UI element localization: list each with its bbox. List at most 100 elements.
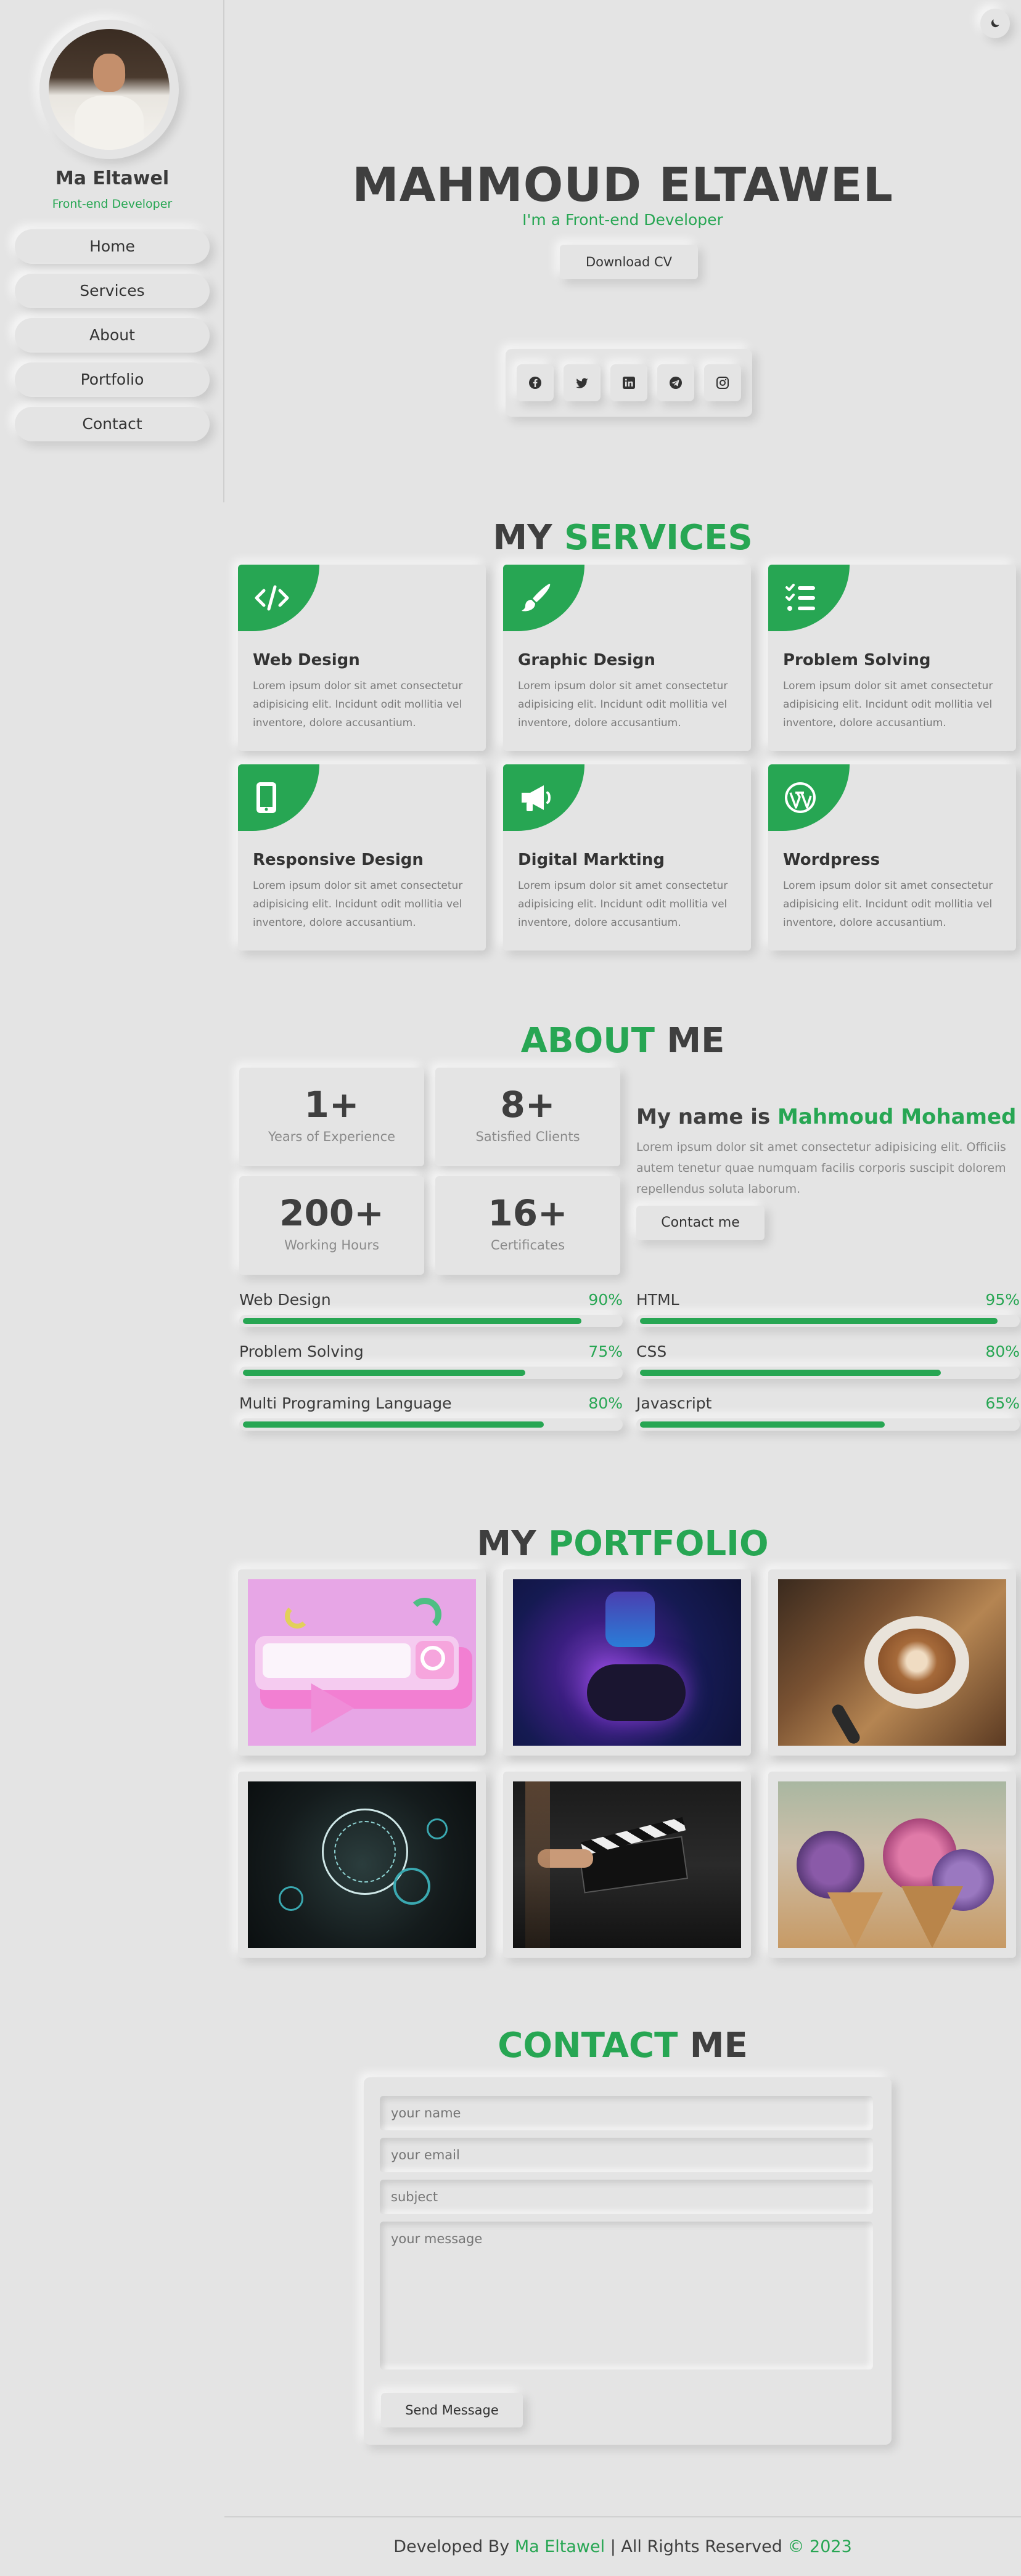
skill-track (239, 1315, 623, 1327)
facebook-icon (529, 377, 541, 389)
sidebar-nav: Home Services About Portfolio Contact (15, 229, 210, 451)
nav-item-home[interactable]: Home (15, 229, 210, 264)
service-badge (238, 565, 319, 631)
contact-title-a: CONTACT (498, 2026, 678, 2066)
hero-role: I'm a Front-end Developer (522, 211, 723, 229)
skill-bar: Javascript 65% (636, 1394, 1020, 1431)
services-title: MY SERVICES (224, 518, 1021, 558)
subject-field[interactable] (380, 2180, 873, 2214)
gamepad-image (513, 1579, 741, 1746)
about-title-b: ME (666, 1021, 725, 1061)
stat-label: Certificates (490, 1238, 565, 1253)
service-title: Web Design (253, 651, 360, 669)
nav-item-portfolio[interactable]: Portfolio (15, 362, 210, 397)
portfolio-title-b: PORTFOLIO (548, 1524, 769, 1564)
footer-divider (224, 2516, 1021, 2517)
portfolio-item-coffee[interactable] (768, 1569, 1016, 1756)
nav-item-services[interactable]: Services (15, 274, 210, 308)
linkedin-link[interactable] (610, 364, 647, 401)
code-icon (255, 585, 289, 611)
dark-mode-toggle[interactable] (980, 9, 1010, 38)
training-image (248, 1781, 476, 1948)
service-card-problem-solving: Problem Solving Lorem ipsum dolor sit am… (768, 565, 1016, 751)
portfolio-item-training[interactable] (238, 1772, 486, 1958)
megaphone-icon (522, 785, 551, 811)
telegram-link[interactable] (657, 364, 694, 401)
skill-fill (640, 1318, 998, 1324)
portfolio-item-gamepad[interactable] (503, 1569, 751, 1756)
stat-number: 1+ (304, 1084, 359, 1126)
skill-bar: Multi Programing Language 80% (239, 1394, 623, 1431)
service-badge (768, 764, 850, 831)
skill-fill (243, 1421, 544, 1428)
avatar (49, 29, 170, 150)
hero-name: MAHMOUD ELTAWEL (352, 157, 893, 212)
stat-number: 200+ (279, 1192, 384, 1234)
skill-bar: CSS 80% (636, 1343, 1020, 1379)
service-badge (503, 565, 584, 631)
service-title: Responsive Design (253, 851, 424, 869)
service-title: Problem Solving (783, 651, 931, 669)
twitter-link[interactable] (564, 364, 601, 401)
service-title: Wordpress (783, 851, 880, 869)
linkedin-icon (623, 377, 635, 389)
social-links (506, 349, 752, 417)
sidebar: Ma Eltawel Front-end Developer Home Serv… (0, 0, 224, 502)
portfolio-item-flowers[interactable] (768, 1772, 1016, 1958)
footer-year: © 2023 (787, 2537, 852, 2556)
service-text: Lorem ipsum dolor sit amet consectetur a… (253, 680, 463, 729)
skill-track (636, 1367, 1020, 1379)
portfolio-item-clapperboard[interactable] (503, 1772, 751, 1958)
service-card-web-design: Web Design Lorem ipsum dolor sit amet co… (238, 565, 486, 751)
service-title: Graphic Design (518, 651, 655, 669)
facebook-link[interactable] (517, 364, 554, 401)
contact-me-button[interactable]: Contact me (636, 1206, 765, 1240)
about-title: ABOUT ME (224, 1021, 1021, 1061)
stat-number: 8+ (500, 1084, 556, 1126)
portfolio-item-search[interactable] (238, 1569, 486, 1756)
skill-track (239, 1418, 623, 1431)
skill-fill (640, 1370, 941, 1376)
services-title-a: MY (493, 518, 552, 558)
stat-card: 8+ Satisfied Clients (435, 1068, 620, 1166)
skill-name: CSS (636, 1343, 667, 1360)
skill-percent: 90% (588, 1291, 623, 1309)
service-text: Lorem ipsum dolor sit amet consectetur a… (783, 880, 993, 929)
moon-icon (991, 19, 999, 28)
skill-bar: Problem Solving 75% (239, 1343, 623, 1379)
mobile-icon (256, 782, 276, 813)
sidebar-name: Ma Eltawel (55, 168, 170, 189)
list-check-icon (785, 584, 815, 611)
wordpress-icon (785, 782, 816, 813)
message-field[interactable] (380, 2222, 873, 2370)
skill-percent: 95% (985, 1291, 1020, 1309)
skill-name: Javascript (636, 1394, 712, 1412)
email-field[interactable] (380, 2138, 873, 2172)
skill-name: HTML (636, 1291, 679, 1309)
footer-author-link[interactable]: Ma Eltawel (515, 2537, 605, 2556)
search-3d-image (248, 1579, 476, 1746)
nav-item-about[interactable]: About (15, 318, 210, 353)
about-heading: My name is Mahmoud Mohamed (636, 1105, 1016, 1129)
service-card-graphic-design: Graphic Design Lorem ipsum dolor sit ame… (503, 565, 751, 751)
service-card-digital-marketing: Digital Markting Lorem ipsum dolor sit a… (503, 764, 751, 951)
service-text: Lorem ipsum dolor sit amet consectetur a… (518, 880, 728, 929)
flowers-image (778, 1781, 1006, 1948)
skill-fill (243, 1318, 581, 1324)
download-cv-button[interactable]: Download CV (560, 245, 698, 279)
send-message-button[interactable]: Send Message (381, 2393, 523, 2427)
instagram-link[interactable] (704, 364, 741, 401)
twitter-icon (576, 378, 588, 388)
footer-text-a: Developed By (393, 2537, 510, 2556)
skill-bar: HTML 95% (636, 1291, 1020, 1327)
name-field[interactable] (380, 2096, 873, 2130)
skill-percent: 80% (985, 1343, 1020, 1360)
service-text: Lorem ipsum dolor sit amet consectetur a… (783, 680, 993, 729)
stat-card: 1+ Years of Experience (239, 1068, 424, 1166)
contact-title-b: ME (689, 2026, 748, 2066)
telegram-icon (670, 377, 682, 389)
nav-item-contact[interactable]: Contact (15, 407, 210, 441)
skill-percent: 75% (588, 1343, 623, 1360)
footer-text-c: | All Rights Reserved (610, 2537, 782, 2556)
skill-name: Web Design (239, 1291, 331, 1309)
